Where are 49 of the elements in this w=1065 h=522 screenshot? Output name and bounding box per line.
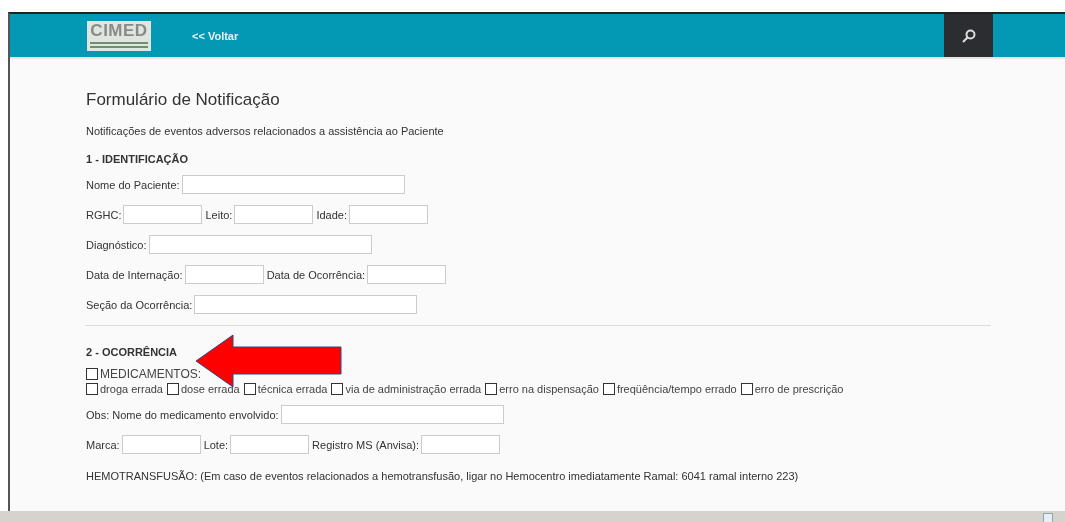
checkbox[interactable] <box>740 383 753 395</box>
checkbox-label: droga errada <box>100 383 163 395</box>
checkbox-label: via de administração errada <box>345 383 482 395</box>
checkbox[interactable] <box>86 383 98 395</box>
field-label: Data de Ocorrência: <box>266 268 366 281</box>
field-label: Obs: Nome do medicamento envolvido: <box>86 408 279 421</box>
field-label: RGHC: <box>86 208 122 221</box>
input-field[interactable] <box>184 265 264 284</box>
field-label: Diagnóstico: <box>86 238 147 251</box>
field-label: Data de Internação: <box>86 268 183 281</box>
search-icon <box>960 27 977 44</box>
checkbox[interactable] <box>86 368 98 380</box>
checkbox[interactable] <box>331 383 344 395</box>
checkbox-label: técnica errada <box>257 383 328 395</box>
input-field[interactable] <box>121 435 201 454</box>
field-label: Leito: <box>205 208 233 221</box>
checkbox[interactable] <box>602 383 615 395</box>
checkbox-label: freqüência/tempo errado <box>616 383 737 395</box>
field-label: Lote: <box>203 438 229 451</box>
field-label: Idade: <box>316 208 347 221</box>
field-label: Seção da Ocorrência: <box>86 298 193 311</box>
back-link[interactable]: << Voltar <box>192 29 239 42</box>
checkbox-label: erro de prescrição <box>754 383 844 395</box>
note-text: HEMOTRANSFUSÃO: (Em caso de eventos relacionados a hemotransfusão, ligar no Hemocentro imediatamente Ramal: 6041 ramal interno 223) <box>86 470 800 482</box>
logo-title: CIMED <box>90 20 148 40</box>
input-field[interactable] <box>148 235 372 254</box>
field-label: Registro MS (Anvisa): <box>312 438 420 451</box>
input-field[interactable] <box>234 205 314 224</box>
checkbox[interactable] <box>485 383 498 395</box>
checkbox-label: MEDICAMENTOS: <box>100 367 202 381</box>
input-field[interactable] <box>421 435 501 454</box>
field-label: Marca: <box>86 438 120 451</box>
input-field[interactable] <box>194 295 418 314</box>
input-field[interactable] <box>181 175 405 194</box>
form-subtitle: Notificações de eventos adversos relacionados a assistência ao Paciente <box>86 124 445 138</box>
checkbox[interactable] <box>243 383 256 395</box>
input-field[interactable] <box>367 265 447 284</box>
checkbox[interactable] <box>167 383 179 395</box>
input-field[interactable] <box>348 205 428 224</box>
input-field[interactable] <box>280 405 504 424</box>
section-title: 1 - IDENTIFICAÇÃO <box>86 152 190 166</box>
form-title: Formulário de Notificação <box>86 89 281 111</box>
section-title: 2 - OCORRÊNCIA <box>86 345 179 359</box>
checkbox-label: erro na dispensação <box>499 383 599 395</box>
checkbox-label: dose errada <box>181 383 240 395</box>
input-field[interactable] <box>123 205 203 224</box>
search-button[interactable] <box>944 14 993 57</box>
field-label: Nome do Paciente: <box>86 178 180 191</box>
input-field[interactable] <box>230 435 310 454</box>
